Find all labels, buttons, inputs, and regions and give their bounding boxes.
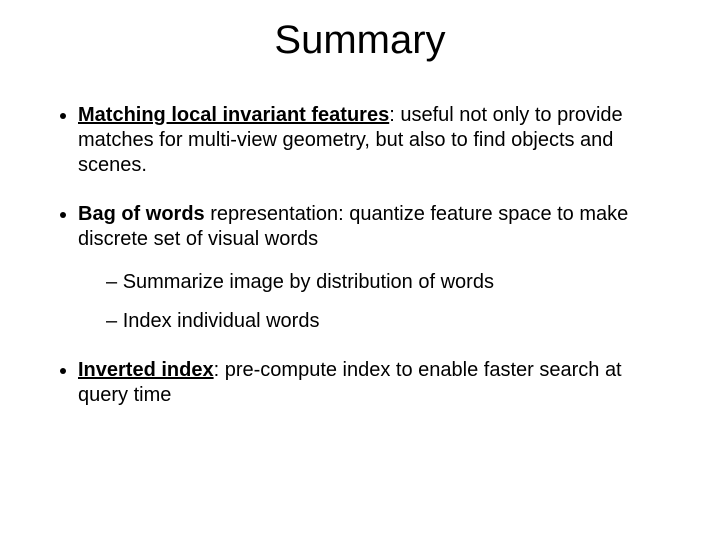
bullet-item: Inverted index: pre-compute index to ena… <box>78 358 670 408</box>
bullet-list: Matching local invariant features: usefu… <box>50 103 670 408</box>
bullet-item: Matching local invariant features: usefu… <box>78 103 670 178</box>
slide: Summary Matching local invariant feature… <box>0 0 720 540</box>
bullet-lead-text: Matching local invariant features <box>78 104 389 126</box>
sub-bullet-list: Summarize image by distribution of words… <box>78 270 670 334</box>
sub-bullet-item: Summarize image by distribution of words <box>106 270 670 295</box>
slide-title: Summary <box>50 18 670 63</box>
sub-bullet-item: Index individual words <box>106 309 670 334</box>
bullet-lead-text: Bag of words <box>78 203 205 225</box>
bullet-item: Bag of words representation: quantize fe… <box>78 202 670 334</box>
bullet-lead-text: Inverted index <box>78 359 214 381</box>
